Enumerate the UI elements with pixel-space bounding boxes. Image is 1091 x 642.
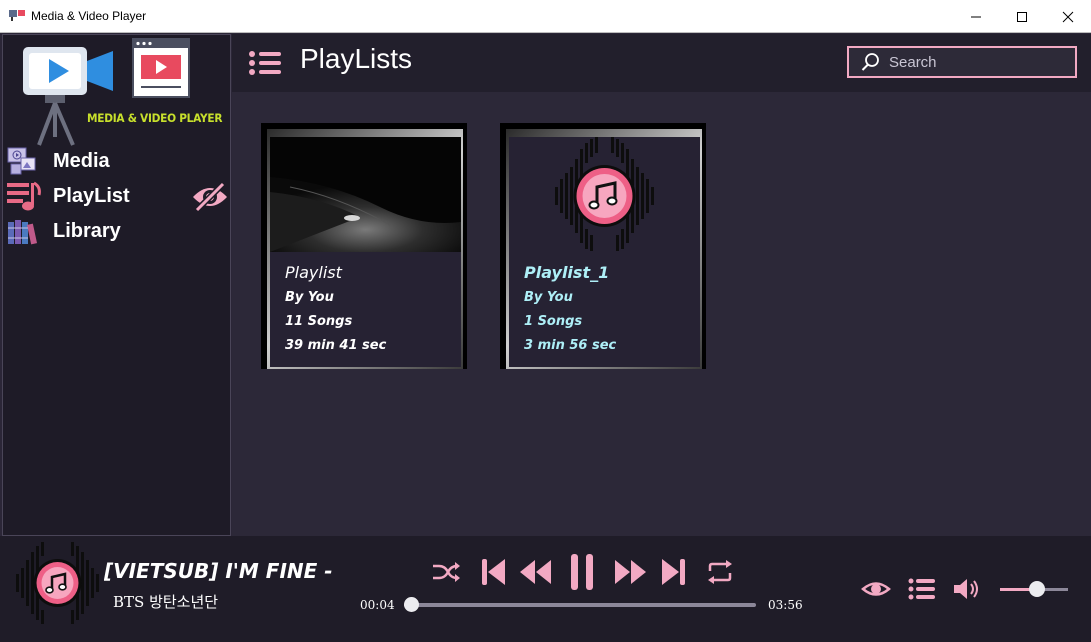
rewind-icon <box>520 560 551 584</box>
shuffle-icon <box>433 562 460 582</box>
rewind-button[interactable] <box>518 554 554 590</box>
media-icon <box>7 147 36 175</box>
previous-button[interactable] <box>477 554 509 590</box>
close-button[interactable] <box>1045 0 1091 33</box>
song-title: [VIETSUB] I'M FINE - BTS <box>104 559 336 583</box>
eye-slash-icon[interactable] <box>191 181 229 213</box>
seek-bar-handle[interactable] <box>404 597 420 612</box>
search-input[interactable] <box>889 53 1069 71</box>
skip-next-icon <box>662 559 685 585</box>
shuffle-button[interactable] <box>430 554 462 590</box>
pause-icon <box>571 554 593 590</box>
now-playing-disc-icon <box>16 542 99 624</box>
minimize-button[interactable] <box>953 0 999 33</box>
playlist-song-count: 1 Songs <box>524 314 583 329</box>
app-window: Media & Video Player MEDIA & VIDEO PLAYE… <box>0 0 1091 642</box>
search-icon <box>861 53 879 71</box>
volume-icon[interactable] <box>952 576 982 602</box>
pause-button[interactable] <box>566 554 598 590</box>
app-logo <box>23 38 190 146</box>
page-title: PlayLists <box>300 43 413 74</box>
playlist-card[interactable]: Playlist By You 11 Songs 39 min 41 sec <box>261 123 467 369</box>
maximize-icon <box>1017 11 1027 22</box>
sidebar-item-library[interactable]: Library <box>7 215 229 247</box>
library-icon <box>8 220 38 245</box>
next-button[interactable] <box>658 554 690 590</box>
total-time: 03:56 <box>768 598 803 612</box>
playlist-song-count: 11 Songs <box>285 314 353 329</box>
sidebar-item-label: PlayList <box>53 184 130 207</box>
playlist-title: Playlist <box>285 263 342 282</box>
maximize-button[interactable] <box>999 0 1045 33</box>
sidebar-item-label: Media <box>53 149 110 172</box>
app-icon <box>9 10 25 21</box>
sidebar-item-label: Library <box>53 219 121 242</box>
seek-bar[interactable] <box>404 597 756 612</box>
logo-text: MEDIA & VIDEO PLAYER <box>87 111 223 125</box>
queue-list-icon[interactable] <box>907 576 937 602</box>
skip-previous-icon <box>482 559 505 585</box>
playlist-author: By You <box>285 290 334 305</box>
current-time: 00:04 <box>360 598 395 612</box>
music-disc-icon <box>555 137 654 251</box>
visibility-icon[interactable] <box>861 576 891 602</box>
playlist-title: Playlist_1 <box>524 263 610 282</box>
fast-forward-button[interactable] <box>612 554 648 590</box>
volume-handle[interactable] <box>1029 581 1046 597</box>
volume-slider[interactable] <box>1000 581 1068 597</box>
sidebar-item-media[interactable]: Media <box>7 145 229 177</box>
playlists-grid: Playlist By You 11 Songs 39 min 41 sec P… <box>232 92 1091 536</box>
playlist-duration: 39 min 41 sec <box>285 338 387 353</box>
minimize-icon <box>971 16 981 17</box>
playlist-author: By You <box>524 290 573 305</box>
menu-icon[interactable] <box>248 50 282 76</box>
repeat-button[interactable] <box>704 554 736 590</box>
playlist-duration: 3 min 56 sec <box>524 338 617 353</box>
window-title: Media & Video Player <box>31 9 147 23</box>
playlist-icon <box>7 181 41 211</box>
playlist-card[interactable]: Playlist_1 By You 1 Songs 3 min 56 sec <box>500 123 706 369</box>
sidebar: MEDIA & VIDEO PLAYER Media PlayList Libr… <box>2 34 231 536</box>
repeat-icon <box>708 560 732 584</box>
search-box[interactable] <box>847 46 1077 78</box>
title-bar: Media & Video Player <box>0 0 1091 33</box>
player-bar: [VIETSUB] I'M FINE - BTS BTS 방탄소년단 <box>0 536 1091 642</box>
close-icon <box>1062 11 1074 22</box>
song-artist: BTS 방탄소년단 <box>113 591 223 612</box>
header: PlayLists <box>232 34 1091 92</box>
playlist-thumbnail <box>270 137 461 252</box>
fast-forward-icon <box>615 560 646 584</box>
